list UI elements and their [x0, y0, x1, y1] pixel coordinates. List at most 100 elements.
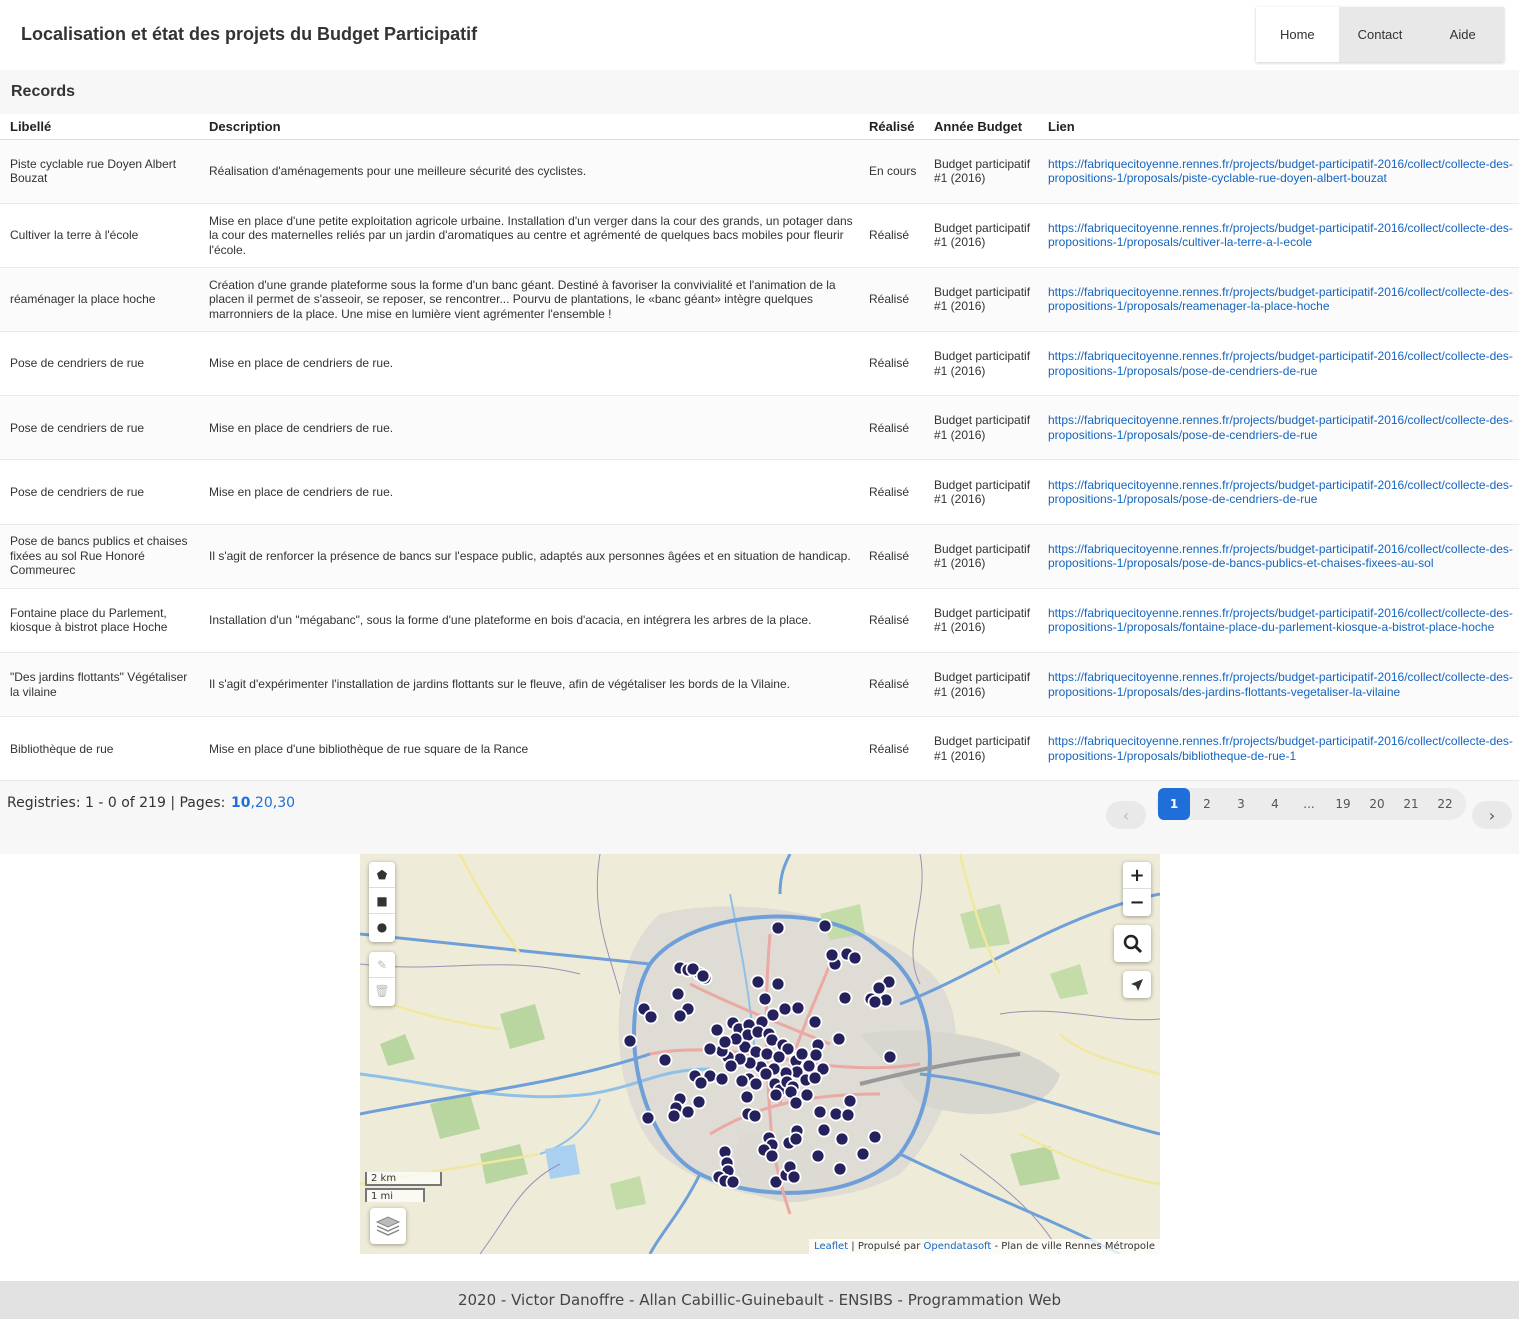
page-4[interactable]: 4: [1258, 788, 1292, 820]
project-marker[interactable]: [855, 1146, 871, 1162]
project-marker[interactable]: [672, 1008, 688, 1024]
project-marker[interactable]: [723, 1058, 739, 1074]
project-marker[interactable]: [867, 994, 883, 1010]
project-marker[interactable]: [832, 1161, 848, 1177]
project-marker[interactable]: [666, 1108, 682, 1124]
col-annee-budget[interactable]: Année Budget: [924, 114, 1038, 140]
project-marker[interactable]: [871, 980, 887, 996]
project-marker[interactable]: [622, 1033, 638, 1049]
page-size-10[interactable]: 10: [231, 795, 250, 811]
nav-aide[interactable]: Aide: [1421, 7, 1504, 62]
project-marker[interactable]: [777, 1001, 793, 1017]
project-marker[interactable]: [691, 1094, 707, 1110]
col-lien[interactable]: Lien: [1038, 114, 1519, 140]
cell-lien[interactable]: https://fabriquecitoyenne.rennes.fr/proj…: [1038, 524, 1519, 589]
cell-lien[interactable]: https://fabriquecitoyenne.rennes.fr/proj…: [1038, 459, 1519, 525]
project-marker[interactable]: [817, 918, 833, 934]
project-marker[interactable]: [759, 1046, 775, 1062]
project-marker[interactable]: [747, 1108, 763, 1124]
project-marker[interactable]: [799, 1087, 815, 1103]
page-22[interactable]: 22: [1428, 788, 1462, 820]
project-marker[interactable]: [750, 974, 766, 990]
search-icon[interactable]: [1114, 925, 1151, 962]
project-marker[interactable]: [807, 1070, 823, 1086]
project-marker[interactable]: [739, 1089, 755, 1105]
project-marker[interactable]: [640, 1110, 656, 1126]
cell-lien[interactable]: https://fabriquecitoyenne.rennes.fr/proj…: [1038, 139, 1519, 204]
project-marker[interactable]: [834, 1131, 850, 1147]
project-marker[interactable]: [790, 1000, 806, 1016]
leaflet-link[interactable]: Leaflet: [814, 1241, 848, 1252]
project-marker[interactable]: [788, 1131, 804, 1147]
layers-icon[interactable]: [370, 1208, 406, 1244]
prev-page-button[interactable]: ‹: [1106, 801, 1146, 829]
page-21[interactable]: 21: [1394, 788, 1428, 820]
page-1[interactable]: 1: [1158, 788, 1190, 820]
zoom-out-button[interactable]: −: [1123, 889, 1151, 916]
project-marker[interactable]: [643, 1009, 659, 1025]
edit-icon[interactable]: ✎: [369, 952, 395, 978]
next-page-button[interactable]: ›: [1472, 801, 1512, 829]
page-2[interactable]: 2: [1190, 788, 1224, 820]
cell-lien[interactable]: https://fabriquecitoyenne.rennes.fr/proj…: [1038, 395, 1519, 461]
project-marker[interactable]: [842, 1093, 858, 1109]
project-marker[interactable]: [680, 1104, 696, 1120]
project-marker[interactable]: [714, 1071, 730, 1087]
col-libelle[interactable]: Libellé: [0, 114, 199, 140]
nav-contact[interactable]: Contact: [1339, 7, 1422, 62]
project-marker[interactable]: [840, 1107, 856, 1123]
project-marker[interactable]: [816, 1122, 832, 1138]
project-marker[interactable]: [748, 1076, 764, 1092]
project-marker[interactable]: [702, 1041, 718, 1057]
page-20[interactable]: 20: [1360, 788, 1394, 820]
project-marker[interactable]: [812, 1104, 828, 1120]
cell-lien[interactable]: https://fabriquecitoyenne.rennes.fr/proj…: [1038, 588, 1519, 654]
page-size-20[interactable]: ,20: [250, 795, 272, 811]
project-marker[interactable]: [801, 1058, 817, 1074]
col-realise[interactable]: Réalisé: [859, 114, 924, 140]
cell-lien[interactable]: https://fabriquecitoyenne.rennes.fr/proj…: [1038, 203, 1519, 268]
col-description[interactable]: Description: [199, 114, 859, 140]
project-marker[interactable]: [867, 1129, 883, 1145]
nav-home[interactable]: Home: [1256, 7, 1339, 62]
project-marker[interactable]: [882, 1049, 898, 1065]
page-size-30[interactable]: ,30: [273, 795, 295, 811]
cell-lien[interactable]: https://fabriquecitoyenne.rennes.fr/proj…: [1038, 652, 1519, 718]
project-marker[interactable]: [693, 1075, 709, 1091]
project-marker[interactable]: [810, 1148, 826, 1164]
project-marker[interactable]: [847, 950, 863, 966]
cell-lien[interactable]: https://fabriquecitoyenne.rennes.fr/proj…: [1038, 331, 1519, 397]
rectangle-icon[interactable]: ■: [369, 888, 395, 914]
project-marker[interactable]: [828, 1106, 844, 1122]
project-marker[interactable]: [657, 1052, 673, 1068]
project-marker[interactable]: [717, 1034, 733, 1050]
project-marker[interactable]: [768, 1087, 784, 1103]
opendatasoft-link[interactable]: Opendatasoft: [924, 1241, 992, 1252]
project-marker[interactable]: [757, 991, 773, 1007]
project-marker[interactable]: [824, 947, 840, 963]
page-19[interactable]: 19: [1326, 788, 1360, 820]
project-marker[interactable]: [831, 1031, 847, 1047]
project-marker[interactable]: [670, 986, 686, 1002]
cell-lien[interactable]: https://fabriquecitoyenne.rennes.fr/proj…: [1038, 716, 1519, 782]
page-3[interactable]: 3: [1224, 788, 1258, 820]
project-marker[interactable]: [764, 1148, 780, 1164]
zoom-in-button[interactable]: +: [1123, 862, 1151, 889]
project-marker[interactable]: [695, 968, 711, 984]
locate-icon[interactable]: [1123, 971, 1151, 998]
cell-lien[interactable]: https://fabriquecitoyenne.rennes.fr/proj…: [1038, 267, 1519, 333]
project-marker[interactable]: [837, 990, 853, 1006]
project-marker[interactable]: [770, 976, 786, 992]
project-marker[interactable]: [765, 1007, 781, 1023]
project-marker[interactable]: [734, 1073, 750, 1089]
polygon-icon[interactable]: ⬟: [369, 862, 395, 888]
map[interactable]: ⬟ ■ ● ✎ 🗑 + − 2 km 1 mi Leaflet | Propul…: [360, 854, 1160, 1254]
project-marker[interactable]: [794, 1046, 810, 1062]
project-marker[interactable]: [725, 1174, 741, 1190]
project-marker[interactable]: [807, 1014, 823, 1030]
trash-icon[interactable]: 🗑: [369, 978, 395, 1004]
project-marker[interactable]: [770, 920, 786, 936]
circle-icon[interactable]: ●: [369, 914, 395, 940]
project-marker[interactable]: [771, 1049, 787, 1065]
project-marker[interactable]: [786, 1169, 802, 1185]
